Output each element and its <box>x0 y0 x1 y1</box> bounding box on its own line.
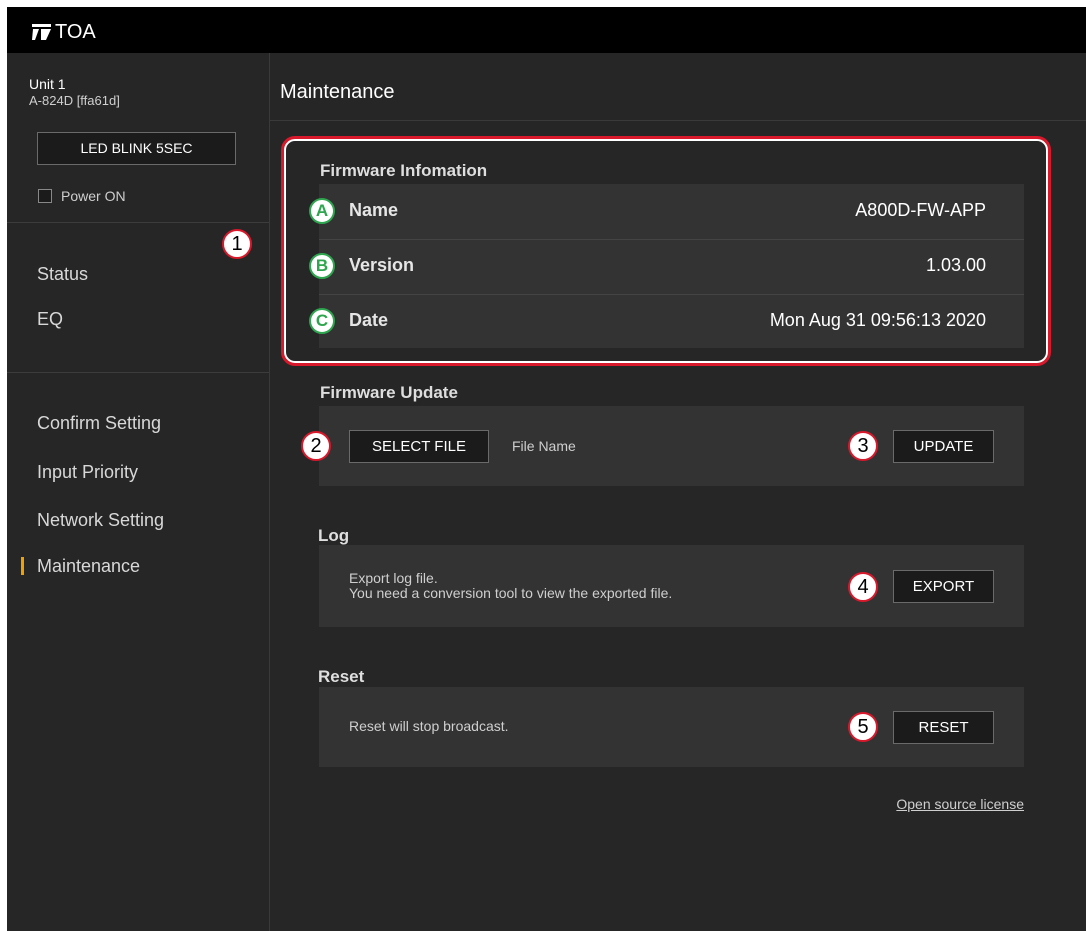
firmware-name-label: Name <box>349 200 399 220</box>
top-bar: TOA <box>7 7 1086 53</box>
open-source-license-link[interactable]: Open source license <box>896 796 1024 812</box>
nav-item-status[interactable]: Status <box>37 264 88 285</box>
marker-c: C <box>309 308 335 334</box>
marker-b: B <box>309 253 335 279</box>
nav-item-input-priority[interactable]: Input Priority <box>37 462 138 483</box>
nav-item-confirm-setting[interactable]: Confirm Setting <box>37 413 161 434</box>
nav-item-network-setting[interactable]: Network Setting <box>37 510 164 531</box>
brand-name: TOA <box>55 20 96 43</box>
firmware-date-value: Mon Aug 31 09:56:13 2020 <box>769 310 986 330</box>
firmware-row-version: Version 1.03.00 <box>319 239 1024 295</box>
active-indicator <box>21 557 24 575</box>
log-title: Log <box>318 526 350 545</box>
update-button[interactable]: UPDATE <box>893 430 994 463</box>
sidebar: Unit 1 A-824D [ffa61d] LED BLINK 5SEC Po… <box>7 53 270 931</box>
brand-logo: TOA <box>32 20 96 44</box>
nav-item-eq[interactable]: EQ <box>37 309 63 330</box>
firmware-row-date: Date Mon Aug 31 09:56:13 2020 <box>319 294 1024 348</box>
callout-marker-1: 1 <box>222 229 252 259</box>
file-name-label: File Name <box>512 438 576 454</box>
firmware-date-label: Date <box>349 310 389 330</box>
unit-model: A-824D [ffa61d] <box>29 93 120 108</box>
log-description-line2: You need a conversion tool to view the e… <box>349 585 673 601</box>
power-on-checkbox[interactable] <box>38 189 52 203</box>
firmware-update-title: Firmware Update <box>320 383 458 402</box>
toa-logo-icon <box>32 24 51 40</box>
power-on-label: Power ON <box>61 188 126 204</box>
callout-marker-4: 4 <box>848 572 878 602</box>
unit-title: Unit 1 <box>29 76 66 92</box>
firmware-update-panel: SELECT FILE File Name UPDATE <box>319 406 1024 486</box>
reset-panel: Reset will stop broadcast. RESET <box>319 687 1024 767</box>
callout-marker-2: 2 <box>301 431 331 461</box>
sidebar-divider <box>7 372 269 373</box>
callout-marker-3: 3 <box>848 431 878 461</box>
firmware-name-value: A800D-FW-APP <box>855 200 986 220</box>
firmware-info-panel: Name A800D-FW-APP Version 1.03.00 Date M… <box>319 184 1024 348</box>
reset-description: Reset will stop broadcast. <box>349 718 509 734</box>
firmware-info-title: Firmware Infomation <box>320 161 488 180</box>
power-on-toggle[interactable]: Power ON <box>38 188 126 204</box>
log-panel: Export log file. You need a conversion t… <box>319 545 1024 627</box>
reset-title: Reset <box>318 667 365 686</box>
export-button[interactable]: EXPORT <box>893 570 994 603</box>
select-file-button[interactable]: SELECT FILE <box>349 430 489 463</box>
page-title: Maintenance <box>280 81 395 103</box>
nav-item-maintenance[interactable]: Maintenance <box>37 556 140 577</box>
title-divider <box>270 120 1086 121</box>
reset-button[interactable]: RESET <box>893 711 994 744</box>
log-description-line1: Export log file. <box>349 570 438 586</box>
firmware-row-name: Name A800D-FW-APP <box>319 184 1024 240</box>
sidebar-divider <box>7 222 269 223</box>
firmware-version-value: 1.03.00 <box>925 255 986 275</box>
led-blink-button[interactable]: LED BLINK 5SEC <box>37 132 236 165</box>
callout-marker-5: 5 <box>848 712 878 742</box>
firmware-version-label: Version <box>349 255 415 275</box>
app-window: TOA Unit 1 A-824D [ffa61d] LED BLINK 5SE… <box>7 7 1086 931</box>
marker-a: A <box>309 198 335 224</box>
